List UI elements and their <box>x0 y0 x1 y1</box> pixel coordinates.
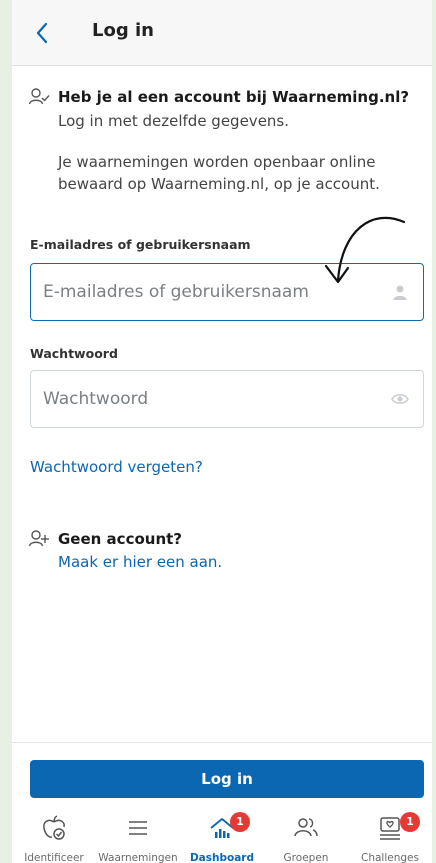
account-heading: Heb je al een account bij Waarneming.nl? <box>58 88 410 106</box>
email-field-label: E-mailadres of gebruikersnaam <box>30 237 251 252</box>
nav-item-waarnemingen[interactable]: Waarnemingen <box>96 806 180 863</box>
top-bar: Log in <box>12 0 432 66</box>
hand-drawn-arrow-annotation <box>324 216 406 284</box>
login-button[interactable]: Log in <box>30 760 424 798</box>
nav-item-groepen[interactable]: Groepen <box>264 806 348 863</box>
app-frame: Log in Heb je al een account bij Waarnem… <box>12 0 432 863</box>
nav-label-challenges: Challenges <box>361 852 419 863</box>
apple-check-icon <box>43 815 65 840</box>
password-field[interactable] <box>43 371 373 427</box>
register-link[interactable]: Maak er hier een aan. <box>58 553 222 571</box>
nav-label-dashboard: Dashboard <box>189 852 255 863</box>
account-subtext: Log in met dezelfde gegevens. <box>58 112 290 130</box>
forgot-password-link[interactable]: Wachtwoord vergeten? <box>30 458 203 476</box>
back-chevron-icon[interactable] <box>32 20 54 46</box>
nav-label-waarnemingen: Waarnemingen <box>98 852 178 863</box>
page-title: Log in <box>92 20 154 41</box>
nav-label-identificeer: Identificeer <box>24 852 84 863</box>
nav-item-identificeer[interactable]: Identificeer <box>12 806 96 863</box>
password-field-label: Wachtwoord <box>30 346 118 361</box>
dashboard-badge: 1 <box>230 812 250 832</box>
user-add-icon <box>28 530 49 547</box>
account-info-text: Je waarnemingen worden openbaar online b… <box>58 153 380 193</box>
nav-item-dashboard[interactable]: 1 Dashboard <box>180 806 264 863</box>
eye-icon[interactable] <box>391 390 409 408</box>
group-icon <box>294 818 318 837</box>
list-icon <box>129 821 147 835</box>
user-check-icon <box>28 88 50 105</box>
register-heading: Geen account? <box>58 530 182 548</box>
nav-label-groepen: Groepen <box>283 852 329 863</box>
challenges-badge: 1 <box>400 812 420 832</box>
bottom-nav: Identificeer Waarnemingen 1 Dashboard Gr… <box>12 806 432 863</box>
password-field-box <box>30 370 424 428</box>
divider <box>12 742 432 743</box>
nav-item-challenges[interactable]: 1 Challenges <box>348 806 432 863</box>
